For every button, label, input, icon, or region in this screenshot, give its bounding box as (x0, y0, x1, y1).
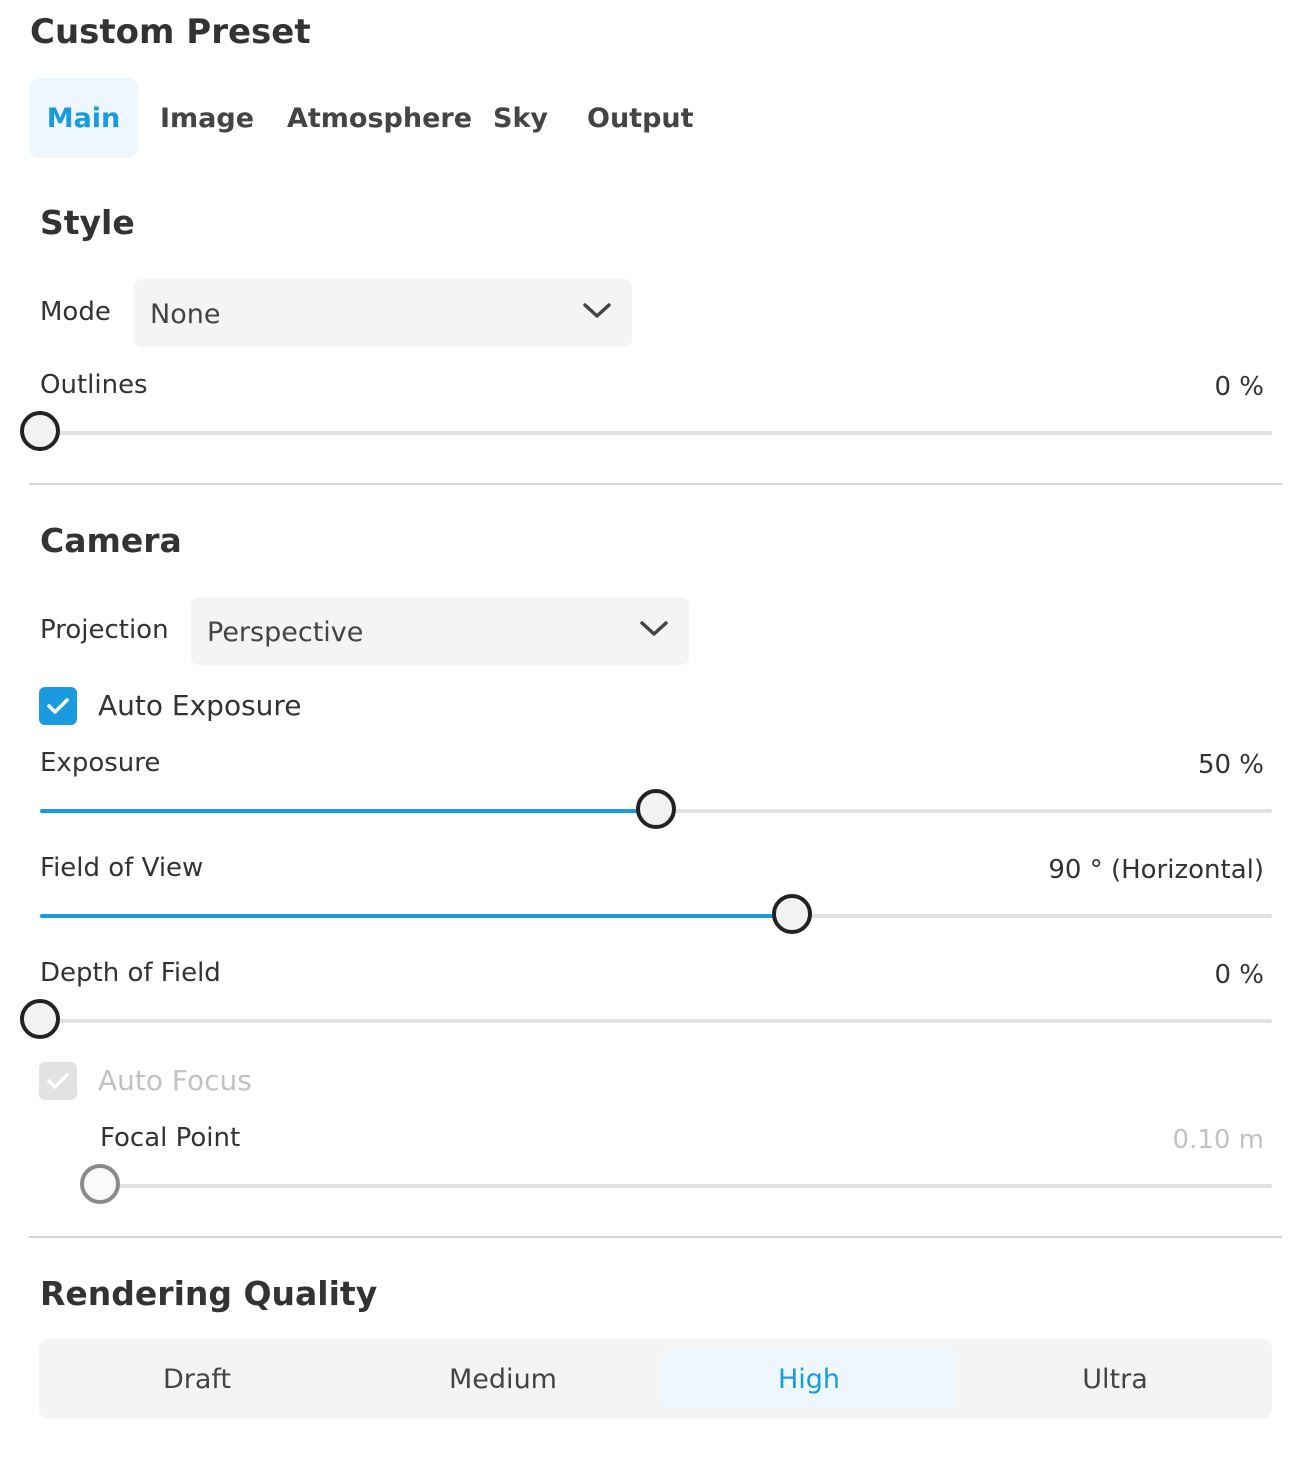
auto-focus-checkbox (39, 1062, 77, 1100)
mode-select-value: None (150, 299, 221, 330)
outlines-slider[interactable] (20, 411, 1272, 451)
auto-exposure-label: Auto Exposure (98, 689, 302, 722)
projection-select[interactable]: Perspective (191, 597, 689, 665)
exposure-slider[interactable] (40, 789, 1272, 829)
exposure-label: Exposure (40, 748, 161, 778)
exposure-slider-fill (40, 809, 656, 813)
panel-title: Custom Preset (30, 12, 311, 52)
mode-select[interactable]: None (134, 279, 632, 347)
focal-point-label: Focal Point (100, 1123, 241, 1153)
depth-of-field-label: Depth of Field (40, 958, 221, 988)
rendering-quality-segmented-control: Draft Medium High Ultra (39, 1339, 1272, 1419)
focal-point-slider (80, 1164, 1272, 1204)
projection-label: Projection (40, 615, 169, 645)
focal-point-value: 0.10 m (1172, 1125, 1264, 1155)
section-title-camera: Camera (40, 521, 182, 560)
tab-output[interactable]: Output (587, 78, 694, 158)
quality-option-ultra[interactable]: Ultra (967, 1349, 1263, 1409)
tab-image[interactable]: Image (160, 78, 254, 158)
auto-focus-label: Auto Focus (98, 1064, 252, 1097)
depth-of-field-slider[interactable] (20, 999, 1272, 1039)
section-title-style: Style (40, 203, 135, 242)
field-of-view-value: 90 ° (Horizontal) (1048, 855, 1264, 885)
outlines-label: Outlines (40, 370, 148, 400)
depth-of-field-slider-thumb[interactable] (20, 999, 60, 1039)
chevron-down-icon (583, 303, 611, 318)
tab-main[interactable]: Main (29, 78, 138, 158)
mode-label: Mode (40, 297, 111, 327)
quality-option-draft[interactable]: Draft (49, 1349, 345, 1409)
depth-of-field-value: 0 % (1214, 960, 1264, 990)
field-of-view-label: Field of View (40, 853, 204, 883)
projection-select-value: Perspective (207, 617, 364, 648)
focal-point-slider-thumb (80, 1164, 120, 1204)
field-of-view-slider-fill (40, 914, 792, 918)
section-title-rendering-quality: Rendering Quality (40, 1274, 378, 1313)
checkmark-icon (47, 698, 69, 714)
field-of-view-slider[interactable] (40, 894, 1272, 934)
divider (29, 483, 1282, 485)
auto-exposure-checkbox[interactable] (39, 687, 77, 725)
quality-option-high[interactable]: High (661, 1349, 957, 1409)
tab-sky[interactable]: Sky (493, 78, 548, 158)
exposure-slider-thumb[interactable] (636, 789, 676, 829)
tab-atmosphere[interactable]: Atmosphere (287, 78, 472, 158)
checkmark-icon (47, 1073, 69, 1089)
quality-option-medium[interactable]: Medium (355, 1349, 651, 1409)
outlines-value: 0 % (1214, 372, 1264, 402)
field-of-view-slider-thumb[interactable] (771, 894, 812, 934)
exposure-value: 50 % (1197, 750, 1264, 780)
chevron-down-icon (640, 621, 668, 636)
outlines-slider-thumb[interactable] (20, 411, 60, 451)
divider (29, 1236, 1282, 1238)
